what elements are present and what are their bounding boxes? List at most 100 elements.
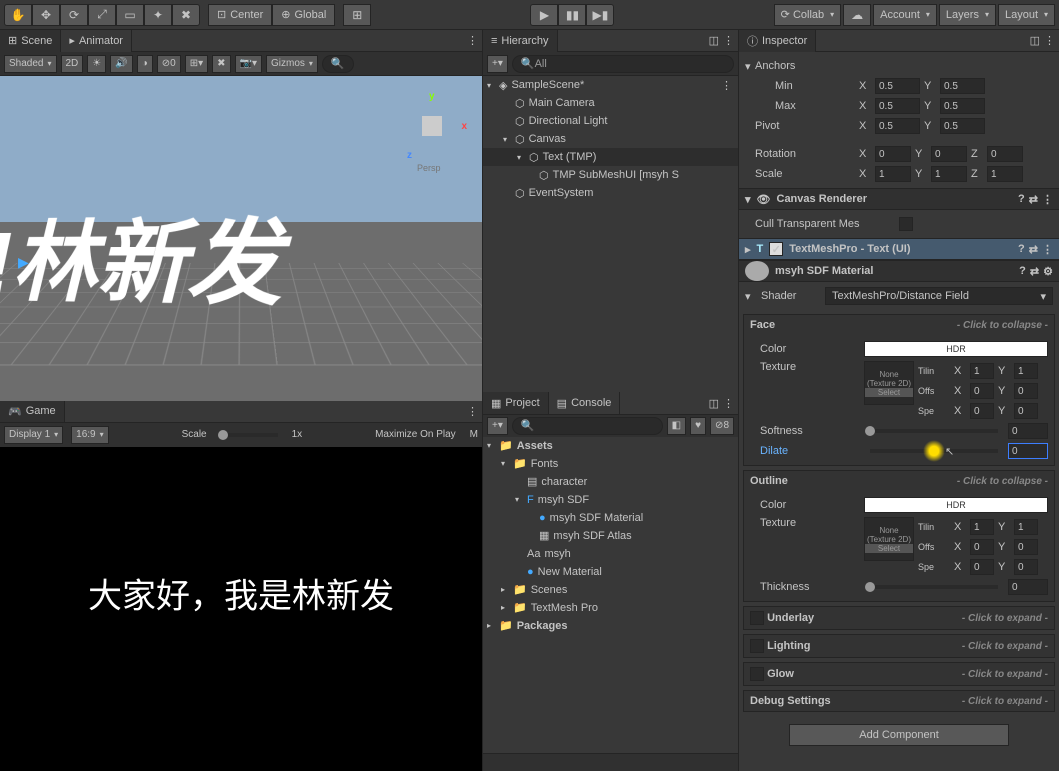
scene-search-icon[interactable]: 🔍 (322, 55, 354, 73)
panel-menu-icon[interactable]: ⋮ (467, 405, 478, 418)
scale-tool-icon[interactable]: ⤢ (88, 4, 116, 26)
tree-row[interactable]: ▤character (483, 473, 738, 491)
rot-z-input[interactable] (987, 146, 1023, 162)
tree-row[interactable]: ▸📁Scenes (483, 581, 738, 599)
tree-row[interactable]: ▸📁TextMesh Pro (483, 599, 738, 617)
step-button[interactable]: ▶▮ (586, 4, 614, 26)
max-x-input[interactable] (875, 98, 920, 114)
max-y-input[interactable] (940, 98, 985, 114)
add-component-button[interactable]: Add Component (789, 724, 1009, 746)
tree-row[interactable]: Aamsyh (483, 545, 738, 563)
account-dropdown[interactable]: Account (873, 4, 937, 26)
rect-tool-icon[interactable]: ▭ (116, 4, 144, 26)
scl-y-input[interactable] (931, 166, 967, 182)
transform-tool-icon[interactable]: ✦ (144, 4, 172, 26)
hidden-count[interactable]: ⊘8 (710, 417, 734, 435)
tmp-enable-checkbox[interactable]: ✓ (769, 242, 783, 256)
menu-icon[interactable]: ⋮ (1042, 193, 1053, 206)
help-icon[interactable]: ? (1019, 265, 1026, 278)
scene-fx-icon[interactable]: ◑ (137, 55, 153, 73)
scl-z-input[interactable] (987, 166, 1023, 182)
pivot-center-toggle[interactable]: ⊡Center (208, 4, 272, 26)
help-icon[interactable]: ? (1018, 193, 1025, 206)
maximize-icon[interactable]: ◫ (709, 34, 719, 47)
scene-tools-icon[interactable]: ✖ (212, 55, 230, 73)
scene-light-icon[interactable]: ☀ (87, 55, 106, 73)
tree-row[interactable]: ▾📁Assets (483, 437, 738, 455)
cloud-icon[interactable]: ☁ (843, 4, 871, 26)
gear-icon[interactable]: ⚙ (1043, 265, 1053, 278)
lock-icon[interactable]: ◫ (1030, 34, 1040, 47)
tab-scene[interactable]: ⊞Scene (0, 30, 61, 52)
scene-viewport[interactable]: !林新发 y x z Persp ▶ (0, 76, 482, 401)
tree-scene-row[interactable]: ▾◈SampleScene*⋮ (483, 76, 738, 94)
hierarchy-search[interactable]: 🔍 All (512, 55, 734, 73)
preset-icon[interactable]: ⇄ (1029, 193, 1038, 206)
outline-texture-slot[interactable]: None (Texture 2D)Select (864, 517, 914, 561)
textmeshpro-header[interactable]: ▸T✓TextMeshPro - Text (UI)?⇄⋮ (739, 238, 1059, 260)
display-dropdown[interactable]: Display 1 (4, 426, 63, 444)
glow-checkbox[interactable] (750, 667, 764, 681)
tree-row[interactable]: ▾📁Fonts (483, 455, 738, 473)
material-header[interactable]: msyh SDF Material?⇄⚙ (739, 260, 1059, 282)
rot-y-input[interactable] (931, 146, 967, 162)
cull-mesh-checkbox[interactable] (899, 217, 913, 231)
tree-row[interactable]: ▸📁Packages (483, 617, 738, 635)
face-header[interactable]: Face (750, 319, 775, 331)
min-x-input[interactable] (875, 78, 920, 94)
lighting-header[interactable]: Lighting (767, 640, 810, 652)
tree-row[interactable]: ⬡Directional Light (483, 112, 738, 130)
panel-menu-icon[interactable]: ⋮ (723, 34, 734, 47)
lighting-checkbox[interactable] (750, 639, 764, 653)
maximize-icon[interactable]: ◫ (709, 397, 719, 410)
tree-row[interactable]: ▦msyh SDF Atlas (483, 527, 738, 545)
project-search[interactable]: 🔍 (512, 417, 663, 435)
custom-tool-icon[interactable]: ✖ (172, 4, 200, 26)
global-local-toggle[interactable]: ⊕Global (272, 4, 335, 26)
pause-button[interactable]: ▮▮ (558, 4, 586, 26)
face-color-field[interactable]: HDR (864, 341, 1048, 357)
pivot-y-input[interactable] (940, 118, 985, 134)
aspect-dropdown[interactable]: 16:9 (71, 426, 108, 444)
outline-header[interactable]: Outline (750, 475, 788, 487)
orientation-gizmo[interactable]: y x z Persp (397, 91, 467, 161)
panel-menu-icon[interactable]: ⋮ (723, 397, 734, 410)
menu-icon[interactable]: ⋮ (1042, 243, 1053, 256)
thickness-slider[interactable] (870, 585, 998, 589)
preset-icon[interactable]: ⇄ (1029, 243, 1038, 256)
maximize-label[interactable]: Maximize On Play (375, 429, 456, 440)
glow-header[interactable]: Glow (767, 668, 794, 680)
move-tool-icon[interactable]: ✥ (32, 4, 60, 26)
shader-dropdown[interactable]: TextMeshPro/Distance Field (825, 287, 1053, 305)
dilate-input[interactable] (1008, 443, 1048, 459)
underlay-header[interactable]: Underlay (767, 612, 814, 624)
hierarchy-add-icon[interactable]: +▾ (487, 55, 508, 73)
tree-row[interactable]: ⬡EventSystem (483, 184, 738, 202)
mode-2d-toggle[interactable]: 2D (61, 55, 84, 73)
layout-dropdown[interactable]: Layout (998, 4, 1055, 26)
scene-camera-icon[interactable]: 📷▾ (235, 55, 262, 73)
gizmos-dropdown[interactable]: Gizmos (266, 55, 318, 73)
face-texture-slot[interactable]: None (Texture 2D)Select (864, 361, 914, 405)
tree-row-selected[interactable]: ▾⬡Text (TMP) (483, 148, 738, 166)
debug-header[interactable]: Debug Settings (750, 695, 831, 707)
preset-icon[interactable]: ⇄ (1030, 265, 1039, 278)
tree-row[interactable]: ●New Material (483, 563, 738, 581)
pivot-x-input[interactable] (875, 118, 920, 134)
tree-row[interactable]: ⬡Main Camera (483, 94, 738, 112)
underlay-checkbox[interactable] (750, 611, 764, 625)
tab-game[interactable]: 🎮Game (0, 400, 65, 422)
tab-project[interactable]: ▦Project (483, 392, 549, 414)
help-icon[interactable]: ? (1018, 243, 1025, 256)
tree-row[interactable]: ▾⬡Canvas (483, 130, 738, 148)
tab-inspector[interactable]: ⓘInspector (739, 30, 816, 52)
tree-row[interactable]: ⬡TMP SubMeshUI [msyh S (483, 166, 738, 184)
filter-label-icon[interactable]: ♥ (690, 417, 706, 435)
scl-x-input[interactable] (875, 166, 911, 182)
tab-console[interactable]: ▤Console (549, 392, 621, 414)
panel-menu-icon[interactable]: ⋮ (1044, 34, 1055, 47)
thickness-input[interactable] (1008, 579, 1048, 595)
scene-grid-icon[interactable]: ⊞▾ (185, 55, 208, 73)
project-add-icon[interactable]: +▾ (487, 417, 508, 435)
tab-animator[interactable]: ▸Animator (61, 30, 132, 52)
